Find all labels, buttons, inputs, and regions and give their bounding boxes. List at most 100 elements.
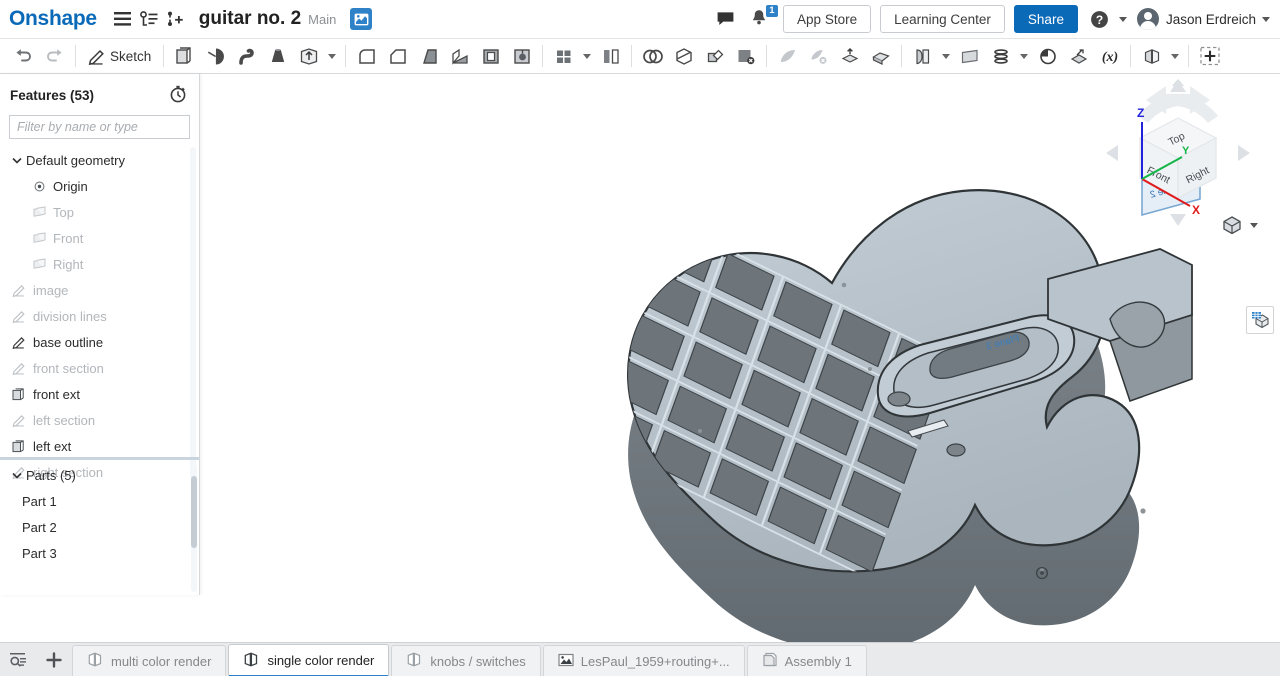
shell-icon[interactable]: [475, 41, 506, 72]
tab-single-color-render[interactable]: single color render: [228, 644, 390, 676]
curve-pattern-icon[interactable]: [1032, 41, 1063, 72]
feature-row-right[interactable]: Right: [0, 251, 199, 277]
surface-chevron-down-icon[interactable]: [938, 41, 954, 72]
transform-icon[interactable]: [699, 41, 730, 72]
sketch-derive-icon[interactable]: [1063, 41, 1094, 72]
feature-filter-box[interactable]: [9, 115, 190, 139]
assembly-chevron-down-icon[interactable]: [1167, 41, 1183, 72]
part-row-3[interactable]: Part 3: [0, 540, 199, 566]
extrude-icon[interactable]: [169, 41, 200, 72]
rib-icon[interactable]: [444, 41, 475, 72]
app-store-button[interactable]: App Store: [783, 5, 872, 33]
mirror-icon[interactable]: [595, 41, 626, 72]
graphics-viewport[interactable]: Plane 2 Plane 3: [200, 74, 1280, 676]
part-row-2[interactable]: Part 2: [0, 514, 199, 540]
sketch-icon: [10, 412, 28, 428]
document-title[interactable]: guitar no. 2: [199, 8, 301, 30]
tab-search-icon[interactable]: [0, 643, 36, 676]
share-button[interactable]: Share: [1013, 5, 1078, 33]
panel-splitter[interactable]: [0, 457, 199, 460]
delete-part-icon[interactable]: [730, 41, 761, 72]
tab-knobs-switches[interactable]: knobs / switches: [391, 645, 541, 676]
feature-row-top[interactable]: Top: [0, 199, 199, 225]
tab-label: Assembly 1: [784, 653, 852, 669]
onshape-logo[interactable]: Onshape: [9, 7, 97, 31]
tab-label: multi color render: [111, 653, 212, 669]
notifications-button[interactable]: 1: [748, 5, 779, 32]
add-tab-icon[interactable]: [36, 643, 72, 676]
comment-icon[interactable]: [712, 6, 738, 32]
revolve-icon[interactable]: [200, 41, 231, 72]
feature-row-left-ext[interactable]: left ext: [0, 433, 199, 459]
assembly-feature-icon[interactable]: [1136, 41, 1167, 72]
tab-lespaul-image[interactable]: LesPaul_1959+routing+...: [542, 645, 745, 676]
add-branch-icon[interactable]: [162, 6, 188, 32]
view-cube[interactable]: Top Front Right Z X Y: [1098, 74, 1258, 234]
user-avatar[interactable]: [1136, 8, 1159, 30]
feature-label: left ext: [33, 438, 72, 454]
help-chevron-down-icon[interactable]: [1118, 16, 1127, 22]
appearance-panel-icon[interactable]: [1246, 306, 1274, 334]
view-chevron-down-icon[interactable]: [1250, 222, 1258, 228]
sweep-icon[interactable]: [231, 41, 262, 72]
feature-row-division-lines[interactable]: division lines: [0, 303, 199, 329]
chevron-down-icon[interactable]: [10, 472, 24, 479]
boolean-icon[interactable]: [637, 41, 668, 72]
feature-row-front[interactable]: Front: [0, 225, 199, 251]
svg-text:?: ?: [1096, 13, 1103, 27]
split-icon[interactable]: [668, 41, 699, 72]
version-graph-icon[interactable]: [136, 6, 162, 32]
user-name[interactable]: Jason Erdreich: [1166, 12, 1256, 27]
document-branch[interactable]: Main: [308, 12, 336, 27]
feature-row-front-ext[interactable]: front ext: [0, 381, 199, 407]
feature-filter-input[interactable]: [17, 120, 182, 134]
tab-label: single color render: [267, 653, 375, 668]
thicken-icon[interactable]: [293, 41, 324, 72]
linear-pattern-icon[interactable]: [548, 41, 579, 72]
parts-panel: Parts (5) Part 1 Part 2 Part 3: [0, 462, 199, 595]
svg-text:(x): (x): [1102, 50, 1118, 65]
variable-icon[interactable]: (x): [1094, 41, 1125, 72]
add-custom-feature-icon[interactable]: [1194, 41, 1225, 72]
tab-multi-color-render[interactable]: multi color render: [72, 645, 227, 676]
feature-row-default-geometry[interactable]: Default geometry: [0, 147, 199, 173]
feature-row-image[interactable]: image: [0, 277, 199, 303]
rollback-timer-icon[interactable]: [169, 85, 187, 106]
view-orientation-dropdown[interactable]: [1221, 214, 1258, 236]
user-chevron-down-icon[interactable]: [1262, 16, 1270, 22]
sketch-button[interactable]: Sketch: [81, 41, 158, 72]
feature-row-origin[interactable]: Origin: [0, 173, 199, 199]
hole-icon[interactable]: [506, 41, 537, 72]
redo-icon[interactable]: [39, 41, 70, 72]
fillet-icon[interactable]: [351, 41, 382, 72]
delete-face-icon[interactable]: [803, 41, 834, 72]
help-circle-icon[interactable]: ?: [1087, 6, 1113, 32]
feature-label: Origin: [53, 178, 88, 194]
part-row-1[interactable]: Part 1: [0, 488, 199, 514]
curve-chevron-down-icon[interactable]: [1016, 41, 1032, 72]
draft-icon[interactable]: [413, 41, 444, 72]
surface-extrude-icon[interactable]: [907, 41, 938, 72]
feature-tree-scrollbar[interactable]: [190, 147, 196, 479]
undo-icon[interactable]: [8, 41, 39, 72]
loft-icon[interactable]: [262, 41, 293, 72]
feature-row-front-section[interactable]: front section: [0, 355, 199, 381]
workspace-icon[interactable]: [350, 8, 373, 30]
chamfer-icon[interactable]: [382, 41, 413, 72]
plane-icon[interactable]: [954, 41, 985, 72]
parts-scrollbar-thumb[interactable]: [191, 476, 197, 548]
helix-icon[interactable]: [985, 41, 1016, 72]
fill-surface-icon[interactable]: [772, 41, 803, 72]
replace-face-icon[interactable]: [865, 41, 896, 72]
sketch-icon: [10, 282, 28, 298]
learning-center-button[interactable]: Learning Center: [880, 5, 1005, 33]
chevron-down-icon[interactable]: [10, 157, 24, 164]
more-features-chevron-down-icon[interactable]: [324, 41, 340, 72]
feature-row-base-outline[interactable]: base outline: [0, 329, 199, 355]
hamburger-menu-icon[interactable]: [110, 6, 136, 32]
tab-assembly-1[interactable]: Assembly 1: [746, 645, 867, 676]
parts-header-row[interactable]: Parts (5): [0, 462, 199, 488]
feature-row-left-section[interactable]: left section: [0, 407, 199, 433]
pattern-chevron-down-icon[interactable]: [579, 41, 595, 72]
move-face-icon[interactable]: [834, 41, 865, 72]
